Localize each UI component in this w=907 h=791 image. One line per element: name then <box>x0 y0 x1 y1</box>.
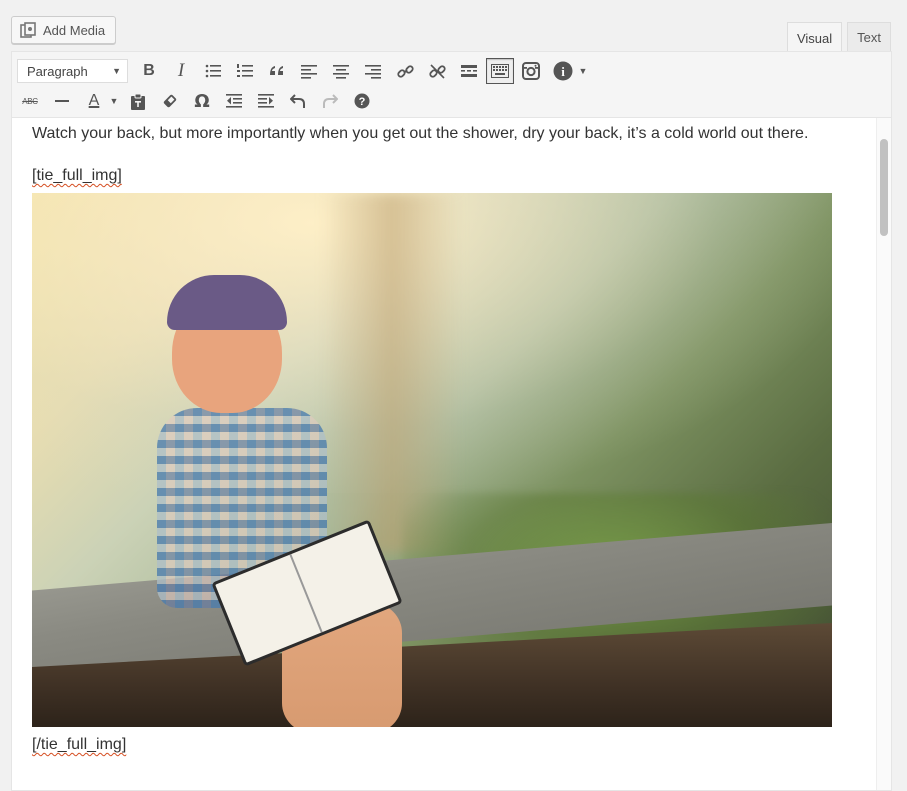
special-character-icon: Ω <box>194 90 210 112</box>
svg-text:i: i <box>561 64 565 79</box>
align-left-icon <box>301 65 317 79</box>
horizontal-line-icon <box>55 100 69 102</box>
svg-text:?: ? <box>359 96 366 108</box>
unlink-button[interactable] <box>422 57 452 85</box>
add-media-label: Add Media <box>43 22 106 38</box>
text-color-icon: A <box>88 92 100 109</box>
italic-button[interactable]: I <box>166 57 196 85</box>
instagram-icon <box>522 62 540 80</box>
clear-formatting-button[interactable] <box>155 87 185 115</box>
horizontal-line-button[interactable] <box>47 87 77 115</box>
read-more-button[interactable] <box>454 57 484 85</box>
outdent-button[interactable] <box>219 87 249 115</box>
numbered-list-icon <box>237 64 253 77</box>
paste-as-text-icon <box>131 93 145 110</box>
strikethrough-icon: ABC <box>22 96 38 106</box>
editor-content[interactable]: Watch your back, but more importantly wh… <box>12 118 876 790</box>
tab-text[interactable]: Text <box>847 22 891 52</box>
bold-icon: B <box>143 62 155 79</box>
align-center-icon <box>333 65 349 79</box>
link-icon <box>396 64 414 78</box>
align-right-icon <box>365 65 381 79</box>
paste-as-text-button[interactable] <box>123 87 153 115</box>
media-icon <box>20 21 37 39</box>
read-more-icon <box>461 65 477 77</box>
bulleted-list-button[interactable] <box>198 57 228 85</box>
bold-button[interactable]: B <box>134 57 164 85</box>
editor-tabs: Visual Text <box>786 22 891 53</box>
shortcode-close: [/tie_full_img] <box>32 736 127 753</box>
content-image[interactable] <box>32 193 832 727</box>
text-color-button[interactable]: A <box>79 87 109 115</box>
undo-icon <box>290 94 305 108</box>
blockquote-icon <box>270 66 283 75</box>
chevron-down-icon: ▼ <box>109 96 119 106</box>
link-button[interactable] <box>390 57 420 85</box>
instagram-button[interactable] <box>516 57 546 85</box>
strikethrough-button[interactable]: ABC <box>15 87 45 115</box>
editor-text: Watch your back, but more importantly wh… <box>32 122 856 757</box>
content-paragraph: Watch your back, but more importantly wh… <box>32 125 809 142</box>
scrollbar-thumb[interactable] <box>880 139 888 236</box>
toolbar-toggle-button[interactable] <box>486 58 514 84</box>
italic-icon: I <box>177 60 185 81</box>
tab-visual[interactable]: Visual <box>786 22 843 53</box>
align-center-button[interactable] <box>326 57 356 85</box>
editor-scrollbar[interactable] <box>876 118 891 790</box>
indent-button[interactable] <box>251 87 281 115</box>
text-color-dropdown-caret[interactable]: ▼ <box>107 87 121 115</box>
align-left-button[interactable] <box>294 57 324 85</box>
indent-icon <box>258 94 274 108</box>
toolbar-row-1: Paragraph ▼ B I i ▼ <box>17 56 886 86</box>
toolbar-toggle-icon <box>491 64 509 78</box>
blockquote-button[interactable] <box>262 57 292 85</box>
clear-formatting-icon <box>163 94 177 108</box>
shortcode-open: [tie_full_img] <box>32 167 122 184</box>
help-icon: ? <box>354 93 370 109</box>
numbered-list-button[interactable] <box>230 57 260 85</box>
undo-button[interactable] <box>283 87 313 115</box>
editor-frame: Paragraph ▼ B I i ▼ ABC A ▼ Ω ? Watch yo… <box>11 51 892 791</box>
unlink-icon <box>428 63 446 79</box>
info-dropdown-caret[interactable]: ▼ <box>576 57 590 85</box>
format-select[interactable]: Paragraph ▼ <box>17 59 128 83</box>
info-icon: i <box>553 61 573 81</box>
chevron-down-icon: ▼ <box>578 66 588 76</box>
chevron-down-icon: ▼ <box>112 66 121 76</box>
toolbar-row-2: ABC A ▼ Ω ? <box>17 86 886 116</box>
format-select-value: Paragraph <box>27 63 88 79</box>
outdent-icon <box>226 94 242 108</box>
info-button[interactable]: i <box>548 57 578 85</box>
redo-icon <box>323 94 338 108</box>
help-button[interactable]: ? <box>347 87 377 115</box>
redo-button[interactable] <box>315 87 345 115</box>
special-character-button[interactable]: Ω <box>187 87 217 115</box>
bulleted-list-icon <box>205 64 221 78</box>
editor-toolbar: Paragraph ▼ B I i ▼ ABC A ▼ Ω ? <box>12 52 891 118</box>
align-right-button[interactable] <box>358 57 388 85</box>
add-media-button[interactable]: Add Media <box>11 16 116 44</box>
